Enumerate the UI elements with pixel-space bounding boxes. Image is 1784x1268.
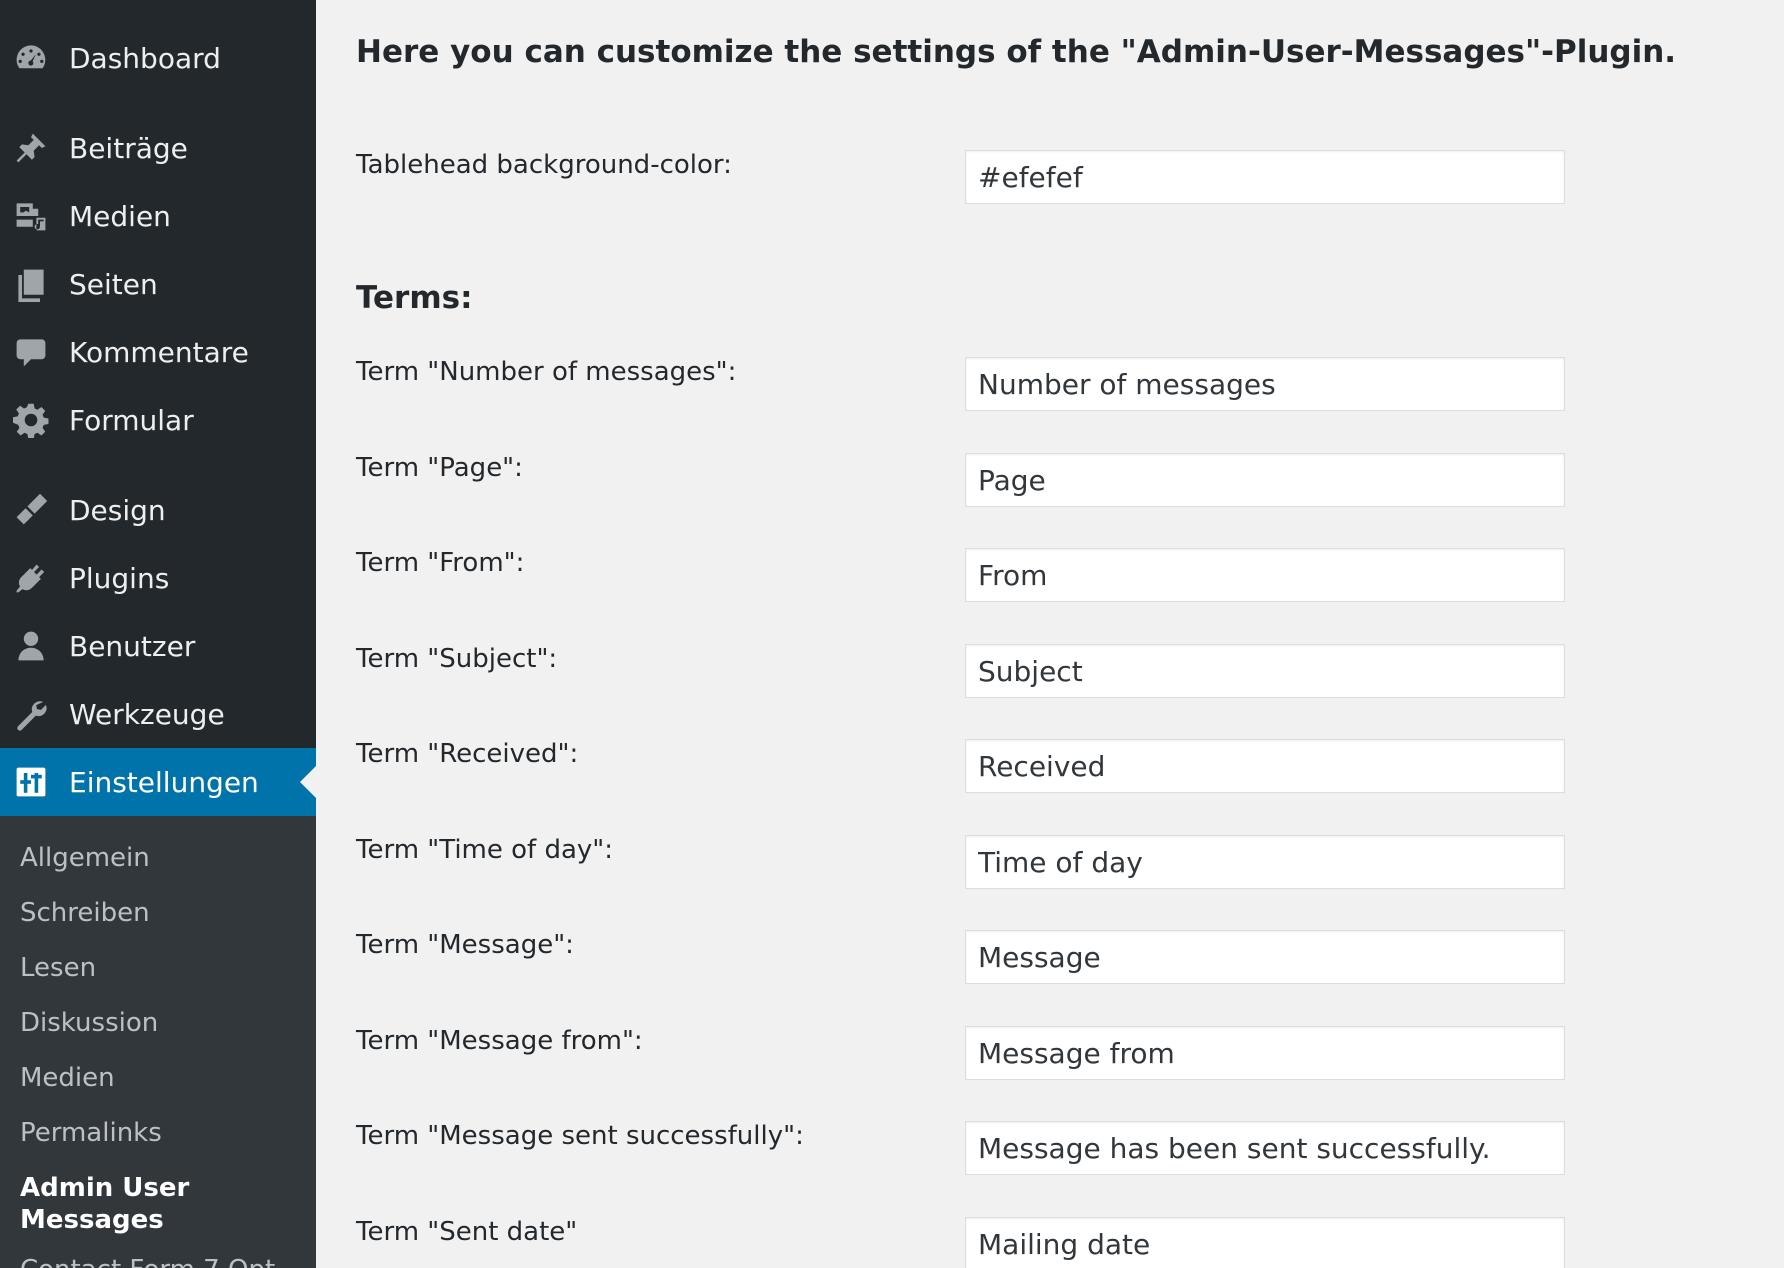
dashboard-icon xyxy=(13,40,49,76)
menu-item-users[interactable]: Benutzer xyxy=(0,612,316,680)
term-input-time-of-day[interactable] xyxy=(965,835,1565,889)
menu-item-label: Design xyxy=(69,493,166,527)
pushpin-icon xyxy=(13,130,49,166)
term-label-from: Term "From": xyxy=(356,548,525,578)
comment-icon xyxy=(13,334,49,370)
term-label-message-sent-successfully: Term "Message sent successfully": xyxy=(356,1121,804,1151)
tablehead-color-label: Tablehead background-color: xyxy=(356,150,732,180)
submenu-item-contact-form-7[interactable]: Contact Form 7 Opt... xyxy=(20,1254,300,1268)
term-input-sent-date[interactable] xyxy=(965,1217,1565,1268)
term-label-message-from: Term "Message from": xyxy=(356,1026,643,1056)
menu-item-label: Formular xyxy=(69,403,194,437)
menu-item-comments[interactable]: Kommentare xyxy=(0,318,316,386)
term-label-number-of-messages: Term "Number of messages": xyxy=(356,357,737,387)
media-icon xyxy=(13,198,49,234)
submenu-item-discussion[interactable]: Diskussion xyxy=(20,1007,300,1039)
menu-item-label: Dashboard xyxy=(69,41,221,75)
term-input-message[interactable] xyxy=(965,930,1565,984)
term-input-received[interactable] xyxy=(965,739,1565,793)
submenu-item-writing[interactable]: Schreiben xyxy=(20,897,300,929)
submenu-item-media[interactable]: Medien xyxy=(20,1062,300,1094)
menu-item-label: Plugins xyxy=(69,561,170,595)
menu-item-label: Einstellungen xyxy=(69,765,259,799)
menu-item-label: Seiten xyxy=(69,267,158,301)
menu-item-dashboard[interactable]: Dashboard xyxy=(0,24,316,92)
menu-item-settings[interactable]: Einstellungen xyxy=(0,748,316,816)
settings-content: Here you can customize the settings of t… xyxy=(316,0,1784,1268)
pages-icon xyxy=(13,266,49,302)
term-input-subject[interactable] xyxy=(965,644,1565,698)
term-input-from[interactable] xyxy=(965,548,1565,602)
plugin-icon xyxy=(13,560,49,596)
menu-item-label: Werkzeuge xyxy=(69,697,225,731)
term-input-number-of-messages[interactable] xyxy=(965,357,1565,411)
submenu-item-general[interactable]: Allgemein xyxy=(20,842,300,874)
wrench-icon xyxy=(13,696,49,732)
menu-item-label: Kommentare xyxy=(69,335,249,369)
term-label-page: Term "Page": xyxy=(356,453,523,483)
admin-sidebar: Dashboard Beiträge Medien Seiten Komment xyxy=(0,0,316,1268)
brush-icon xyxy=(13,492,49,528)
term-input-message-sent-successfully[interactable] xyxy=(965,1121,1565,1175)
term-label-sent-date: Term "Sent date" xyxy=(356,1217,578,1247)
user-icon xyxy=(13,628,49,664)
gear-icon xyxy=(13,402,49,438)
menu-item-media[interactable]: Medien xyxy=(0,182,316,250)
settings-submenu: Allgemein Schreiben Lesen Diskussion Med… xyxy=(0,816,316,1268)
wp-admin-screen: Dashboard Beiträge Medien Seiten Komment xyxy=(0,0,1784,1268)
menu-item-posts[interactable]: Beiträge xyxy=(0,114,316,182)
page-title: Here you can customize the settings of t… xyxy=(356,34,1677,70)
settings-sliders-icon xyxy=(13,764,49,800)
term-label-received: Term "Received": xyxy=(356,739,579,769)
menu-item-label: Benutzer xyxy=(69,629,196,663)
menu-item-label: Medien xyxy=(69,199,171,233)
menu-item-label: Beiträge xyxy=(69,131,188,165)
term-input-message-from[interactable] xyxy=(965,1026,1565,1080)
submenu-item-reading[interactable]: Lesen xyxy=(20,952,300,984)
menu-item-form[interactable]: Formular xyxy=(0,386,316,454)
terms-heading: Terms: xyxy=(356,280,473,316)
submenu-item-permalinks[interactable]: Permalinks xyxy=(20,1117,300,1149)
term-label-message: Term "Message": xyxy=(356,930,574,960)
active-menu-arrow xyxy=(300,766,316,798)
menu-item-pages[interactable]: Seiten xyxy=(0,250,316,318)
term-input-page[interactable] xyxy=(965,453,1565,507)
submenu-item-admin-user-messages[interactable]: Admin User Messages xyxy=(20,1172,220,1236)
menu-item-design[interactable]: Design xyxy=(0,476,316,544)
tablehead-color-input[interactable] xyxy=(965,150,1565,204)
term-label-time-of-day: Term "Time of day": xyxy=(356,835,614,865)
menu-item-tools[interactable]: Werkzeuge xyxy=(0,680,316,748)
menu-item-plugins[interactable]: Plugins xyxy=(0,544,316,612)
term-label-subject: Term "Subject": xyxy=(356,644,558,674)
